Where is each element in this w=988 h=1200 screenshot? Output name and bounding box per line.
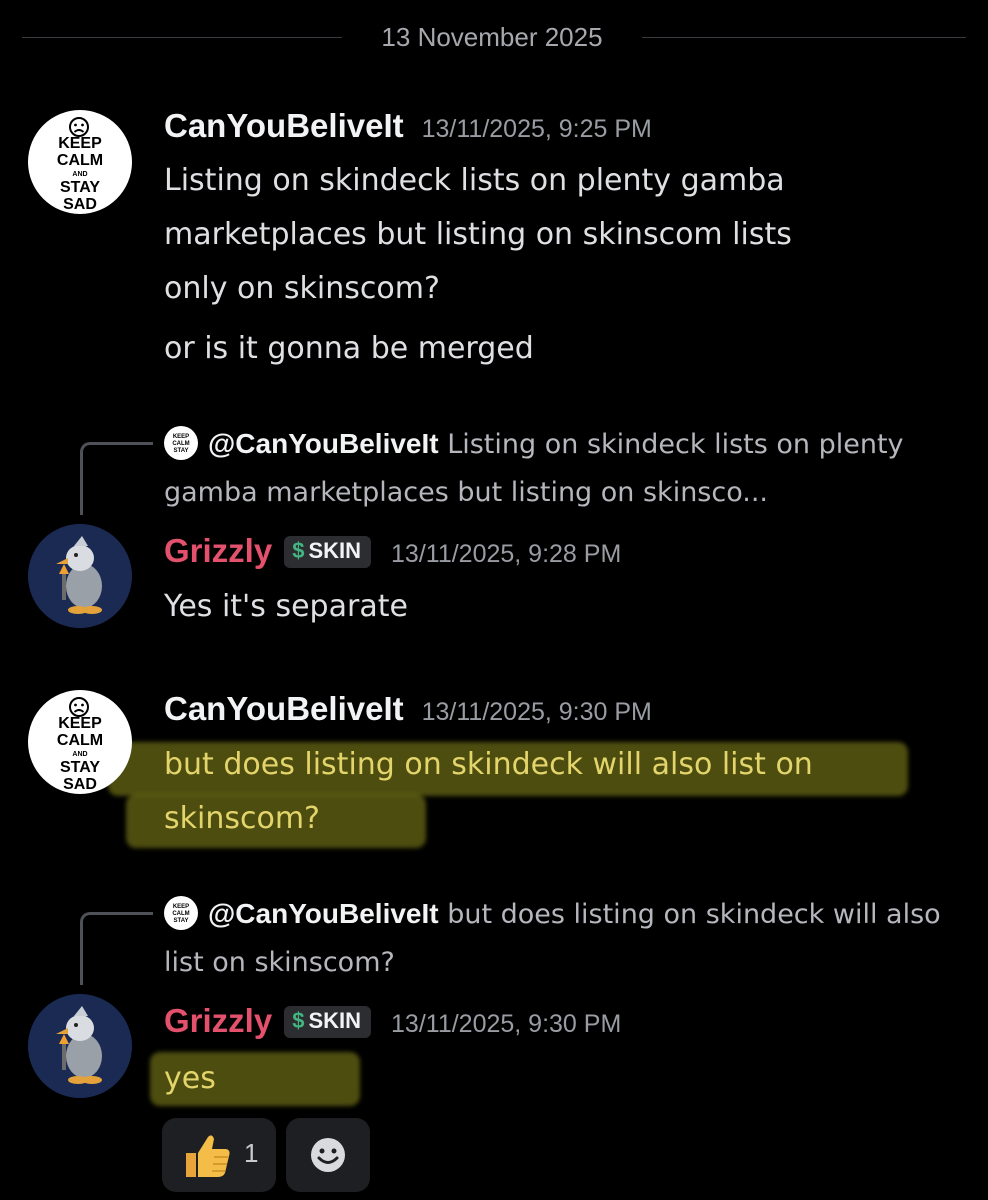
message-line: Listing on skindeck lists on plenty gamb… — [164, 163, 785, 198]
avatar-text-and: AND — [72, 751, 88, 758]
thumbs-up-icon — [186, 1135, 230, 1177]
reply-preview: @CanYouBeliveIt but does listing on skin… — [164, 890, 964, 987]
timestamp: 13/11/2025, 9:30 PM — [421, 698, 652, 726]
add-reaction-icon — [311, 1138, 345, 1172]
username[interactable]: Grizzly — [164, 1002, 272, 1039]
message-header: Grizzly $ SKIN 13/11/2025, 9:28 PM — [164, 532, 621, 572]
role-tag-label: SKIN — [308, 538, 362, 563]
timestamp: 13/11/2025, 9:30 PM — [391, 1010, 622, 1038]
avatar-text-keep: KEEP — [58, 715, 102, 732]
divider-line-right — [642, 37, 966, 38]
avatar-text-sad: SAD — [63, 196, 97, 213]
username[interactable]: Grizzly — [164, 532, 272, 569]
username[interactable]: CanYouBeliveIt — [164, 690, 404, 727]
message-header: Grizzly $ SKIN 13/11/2025, 9:30 PM — [164, 1002, 621, 1042]
money-icon: $ — [292, 1008, 305, 1033]
timestamp: 13/11/2025, 9:28 PM — [391, 540, 622, 568]
date-divider-text: 13 November 2025 — [381, 22, 603, 52]
avatar-text-stay: STAY — [59, 759, 100, 776]
reply-spine — [80, 442, 153, 515]
avatar-text-sad: SAD — [63, 776, 97, 793]
avatar-text-stay: STAY — [59, 179, 100, 196]
role-tag[interactable]: $ SKIN — [284, 1006, 372, 1038]
money-icon: $ — [292, 538, 305, 563]
message-body: Listing on skindeck lists on plenty gamb… — [164, 154, 944, 376]
message-line: marketplaces but listing on skinscom lis… — [164, 217, 792, 252]
date-divider: 13 November 2025 — [22, 18, 966, 58]
message-line: only on skinscom? — [164, 271, 440, 306]
timestamp: 13/11/2025, 9:25 PM — [421, 115, 652, 143]
message-body: but does listing on skindeck will also l… — [164, 738, 944, 846]
avatar-text-calm: CALM — [56, 732, 104, 749]
message-body: yes — [164, 1061, 216, 1096]
reaction-count: 1 — [244, 1138, 259, 1168]
message-header: CanYouBeliveIt 13/11/2025, 9:30 PM — [164, 690, 652, 730]
reply-spine — [80, 912, 153, 985]
message-body: Yes it's separate — [164, 589, 408, 624]
reply-mention[interactable]: @CanYouBeliveIt — [208, 428, 439, 459]
reply-preview: @CanYouBeliveIt Listing on skindeck list… — [164, 420, 964, 517]
divider-line-left — [22, 37, 342, 38]
add-reaction-button[interactable] — [286, 1118, 370, 1192]
role-tag-label: SKIN — [308, 1008, 362, 1033]
message-header: CanYouBeliveIt 13/11/2025, 9:25 PM — [164, 107, 652, 147]
avatar-grizzly[interactable] — [28, 994, 132, 1098]
avatar-grizzly[interactable] — [28, 524, 132, 628]
message-line: but does listing on skindeck will also l… — [164, 747, 813, 782]
avatar-text-calm: CALM — [56, 152, 104, 169]
avatar-canyoubeliveit[interactable]: KEEP CALM AND STAY SAD — [28, 110, 132, 214]
message-line: skinscom? — [164, 801, 320, 836]
avatar-text-keep: KEEP — [58, 135, 102, 152]
role-tag[interactable]: $ SKIN — [284, 536, 372, 568]
message-followup: or is it gonna be merged — [164, 331, 534, 366]
reply-mention[interactable]: @CanYouBeliveIt — [208, 898, 439, 929]
duck-mascot-icon — [28, 994, 132, 1098]
reaction-thumbs-up[interactable]: 1 — [162, 1118, 276, 1192]
avatar-canyoubeliveit[interactable]: KEEP CALM AND STAY SAD — [28, 690, 132, 794]
avatar-text-and: AND — [72, 171, 88, 178]
username[interactable]: CanYouBeliveIt — [164, 107, 404, 144]
duck-mascot-icon — [28, 524, 132, 628]
